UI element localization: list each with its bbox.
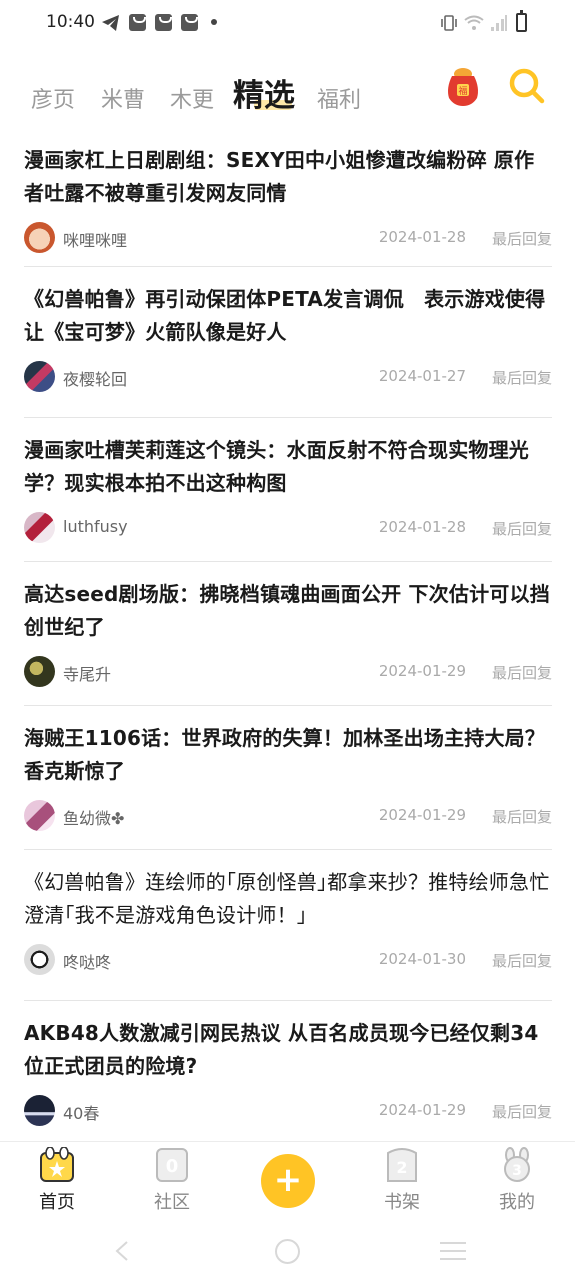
post-date: 2024-01-30 bbox=[378, 950, 466, 968]
tab-welfare[interactable]: 福利 bbox=[317, 82, 361, 114]
feed-item-title[interactable]: 漫画家杠上日剧剧组：SEXY田中小姐惨遭改编粉碎 原作者吐露不被尊重引发网友同情 bbox=[24, 128, 552, 210]
nav-home[interactable]: 首页 bbox=[17, 1142, 97, 1222]
feed-item-title[interactable]: 漫画家吐槽芙莉莲这个镜头：水面反射不符合现实物理光学？现实根本拍不出这种构图 bbox=[24, 418, 552, 500]
battery-icon bbox=[516, 10, 527, 32]
nav-community[interactable]: 0 社区 bbox=[132, 1142, 212, 1222]
post-date: 2024-01-29 bbox=[378, 662, 466, 680]
feed-item-meta: 鱼幼微✤ 2024-01-29 最后回复 bbox=[24, 788, 552, 848]
add-icon: + bbox=[273, 1160, 303, 1200]
author-name[interactable]: 寺尾升 bbox=[63, 661, 111, 685]
feed-item-meta: 咚哒咚 2024-01-30 最后回复 bbox=[24, 932, 552, 992]
avatar[interactable] bbox=[24, 222, 55, 253]
feed-item[interactable]: AKB48人数激减引网民热议 从百名成员现今已经仅剩34位正式团员的险境? 40… bbox=[24, 1001, 552, 1145]
feed-item[interactable]: 《幻兽帕鲁》连绘师的｢原创怪兽｣都拿来抄？推特绘师急忙澄清｢我不是游戏角色设计师… bbox=[24, 850, 552, 1001]
svg-text:3: 3 bbox=[512, 1163, 522, 1179]
author-name[interactable]: 40春 bbox=[63, 1100, 99, 1124]
notification-dot-icon bbox=[211, 19, 217, 25]
home-icon bbox=[39, 1146, 75, 1183]
nav-bookshelf[interactable]: 2 书架 bbox=[362, 1142, 442, 1222]
feed-item-title[interactable]: AKB48人数激减引网民热议 从百名成员现今已经仅剩34位正式团员的险境? bbox=[24, 1001, 552, 1083]
nav-profile-label: 我的 bbox=[499, 1192, 535, 1213]
author-name[interactable]: 鱼幼微✤ bbox=[63, 805, 124, 829]
community-icon: 0 bbox=[154, 1147, 190, 1183]
app-screen: 10:40 彦页 米曹 木更 精选 福利 福 漫画家杠上日剧剧组：SEXY田中小… bbox=[0, 0, 575, 1280]
last-reply-label: 最后回复 bbox=[491, 369, 552, 387]
last-reply-label: 最后回复 bbox=[491, 230, 552, 248]
avatar[interactable] bbox=[24, 944, 55, 975]
feed-item-meta: luthfusy 2024-01-28 最后回复 bbox=[24, 500, 552, 560]
wifi-icon bbox=[464, 14, 484, 32]
featured-feed: 漫画家杠上日剧剧组：SEXY田中小姐惨遭改编粉碎 原作者吐露不被尊重引发网友同情… bbox=[24, 128, 552, 1145]
shopping-bag-icon bbox=[155, 14, 172, 31]
avatar[interactable] bbox=[24, 512, 55, 543]
last-reply-label: 最后回复 bbox=[491, 664, 552, 682]
tab-mugeng[interactable]: 木更 bbox=[170, 82, 214, 114]
author-name[interactable]: 咚哒咚 bbox=[63, 949, 111, 973]
svg-text:2: 2 bbox=[396, 1158, 407, 1177]
author-name[interactable]: 咪哩咪哩 bbox=[63, 227, 127, 251]
tab-homepage[interactable]: 彦页 bbox=[31, 82, 75, 114]
tab-featured[interactable]: 精选 bbox=[233, 70, 295, 115]
feed-item-meta: 咪哩咪哩 2024-01-28 最后回复 bbox=[24, 210, 552, 270]
back-icon[interactable] bbox=[112, 1240, 134, 1262]
post-date: 2024-01-27 bbox=[378, 367, 466, 385]
bottom-navigation: 首页 0 社区 + 2 书架 3 我的 bbox=[0, 1141, 575, 1225]
svg-text:0: 0 bbox=[166, 1156, 179, 1177]
post-date: 2024-01-29 bbox=[378, 806, 466, 824]
last-reply-label: 最后回复 bbox=[491, 520, 552, 538]
avatar[interactable] bbox=[24, 800, 55, 831]
red-envelope-icon[interactable]: 福 bbox=[444, 66, 482, 106]
search-icon[interactable] bbox=[507, 66, 547, 106]
status-bar: 10:40 bbox=[0, 0, 575, 46]
feed-item-meta: 夜樱轮回 2024-01-27 最后回复 bbox=[24, 349, 552, 409]
shopping-bag-icon bbox=[129, 14, 146, 31]
svg-text:福: 福 bbox=[458, 85, 467, 97]
shopping-bag-icon bbox=[181, 14, 198, 31]
recent-apps-icon[interactable] bbox=[440, 1242, 466, 1260]
feed-item-title[interactable]: 《幻兽帕鲁》再引动保团体PETA发言调侃 表示游戏使得让《宝可梦》火箭队像是好人 bbox=[24, 267, 552, 349]
nav-home-label: 首页 bbox=[39, 1192, 75, 1213]
status-time: 10:40 bbox=[46, 12, 95, 32]
home-circle-icon[interactable] bbox=[275, 1239, 300, 1264]
post-date: 2024-01-28 bbox=[378, 518, 466, 536]
post-date: 2024-01-29 bbox=[378, 1101, 466, 1119]
feed-item-title[interactable]: 海贼王1106话：世界政府的失算！加林圣出场主持大局？香克斯惊了 bbox=[24, 706, 552, 788]
avatar[interactable] bbox=[24, 1095, 55, 1126]
bookshelf-icon: 2 bbox=[384, 1147, 420, 1183]
telegram-icon bbox=[101, 14, 121, 32]
vibrate-icon bbox=[440, 14, 458, 32]
feed-item[interactable]: 漫画家吐槽芙莉莲这个镜头：水面反射不符合现实物理光学？现实根本拍不出这种构图 l… bbox=[24, 418, 552, 562]
avatar[interactable] bbox=[24, 656, 55, 687]
last-reply-label: 最后回复 bbox=[491, 952, 552, 970]
feed-item[interactable]: 漫画家杠上日剧剧组：SEXY田中小姐惨遭改编粉碎 原作者吐露不被尊重引发网友同情… bbox=[24, 128, 552, 267]
last-reply-label: 最后回复 bbox=[491, 808, 552, 826]
author-name[interactable]: luthfusy bbox=[63, 517, 128, 536]
feed-item-title[interactable]: 高达seed剧场版：拂晓档镇魂曲画面公开 下次估计可以挡创世纪了 bbox=[24, 562, 552, 644]
last-reply-label: 最后回复 bbox=[491, 1103, 552, 1121]
nav-community-label: 社区 bbox=[154, 1192, 190, 1213]
profile-icon: 3 bbox=[499, 1147, 535, 1183]
author-name[interactable]: 夜樱轮回 bbox=[63, 366, 127, 390]
feed-item-meta: 40春 2024-01-29 最后回复 bbox=[24, 1083, 552, 1143]
feed-item-meta: 寺尾升 2024-01-29 最后回复 bbox=[24, 644, 552, 704]
feed-item[interactable]: 《幻兽帕鲁》再引动保团体PETA发言调侃 表示游戏使得让《宝可梦》火箭队像是好人… bbox=[24, 267, 552, 418]
nav-profile[interactable]: 3 我的 bbox=[477, 1142, 557, 1222]
avatar[interactable] bbox=[24, 361, 55, 392]
feed-item[interactable]: 高达seed剧场版：拂晓档镇魂曲画面公开 下次估计可以挡创世纪了 寺尾升 202… bbox=[24, 562, 552, 706]
system-navigation-bar bbox=[0, 1230, 575, 1280]
signal-icon bbox=[490, 14, 508, 32]
feed-item[interactable]: 海贼王1106话：世界政府的失算！加林圣出场主持大局？香克斯惊了 鱼幼微✤ 20… bbox=[24, 706, 552, 850]
feed-item-title[interactable]: 《幻兽帕鲁》连绘师的｢原创怪兽｣都拿来抄？推特绘师急忙澄清｢我不是游戏角色设计师… bbox=[24, 850, 552, 932]
tab-micao[interactable]: 米曹 bbox=[101, 82, 145, 114]
nav-bookshelf-label: 书架 bbox=[384, 1192, 420, 1213]
add-button[interactable]: + bbox=[261, 1154, 315, 1208]
top-tab-bar: 彦页 米曹 木更 精选 福利 福 bbox=[0, 60, 575, 124]
post-date: 2024-01-28 bbox=[378, 228, 466, 246]
